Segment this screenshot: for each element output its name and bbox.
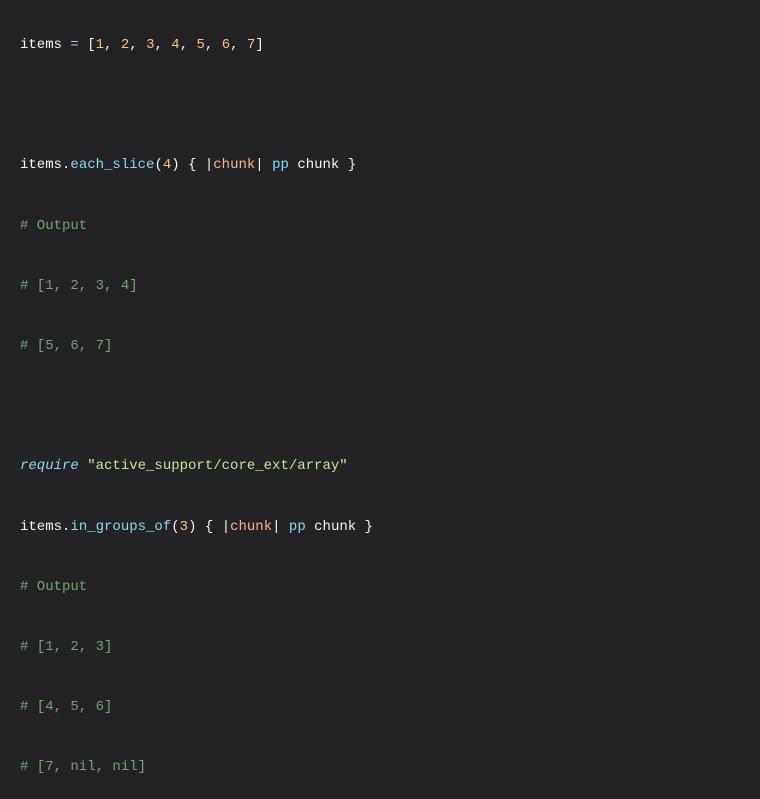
pipe: |: [272, 519, 289, 535]
paren: ): [188, 519, 196, 535]
number-literal: 3: [180, 519, 188, 535]
method-call: in_groups_of: [70, 519, 171, 535]
string-literal: "active_support/core_ext/array": [87, 458, 347, 474]
paren: (: [154, 157, 162, 173]
function-call: pp: [272, 157, 289, 173]
comment: # Output: [20, 579, 87, 595]
number-literal: 1: [96, 37, 104, 53]
comment-line: # [7, nil, nil]: [20, 757, 740, 778]
pipe: |: [255, 157, 272, 173]
brace: }: [339, 157, 356, 173]
paren: ): [171, 157, 179, 173]
space: [180, 157, 188, 173]
comment: # [1, 2, 3]: [20, 639, 112, 655]
comment-line: # [5, 6, 7]: [20, 336, 740, 357]
comment: # [4, 5, 6]: [20, 699, 112, 715]
brace: {: [188, 157, 205, 173]
comment: # [7, nil, nil]: [20, 759, 146, 775]
code-line: items = [1, 2, 3, 4, 5, 6, 7]: [20, 35, 740, 56]
code-block: items = [1, 2, 3, 4, 5, 6, 7] items.each…: [20, 14, 740, 799]
blank-line: [20, 396, 740, 417]
identifier: items: [20, 157, 62, 173]
bracket: ]: [255, 37, 263, 53]
number-literal: 2: [121, 37, 129, 53]
paren: (: [171, 519, 179, 535]
comment-line: # [4, 5, 6]: [20, 697, 740, 718]
space: [306, 519, 314, 535]
space: [79, 458, 87, 474]
dot: .: [62, 519, 70, 535]
identifier: items: [20, 37, 62, 53]
bracket: [: [87, 37, 95, 53]
comment: # [5, 6, 7]: [20, 338, 112, 354]
number-literal: 6: [222, 37, 230, 53]
comma: ,: [154, 37, 171, 53]
brace: {: [205, 519, 222, 535]
comma: ,: [129, 37, 146, 53]
comment: # Output: [20, 218, 87, 234]
comment-line: # Output: [20, 216, 740, 237]
method-call: each_slice: [70, 157, 154, 173]
number-literal: 4: [163, 157, 171, 173]
blank-line: [20, 95, 740, 116]
brace: }: [356, 519, 373, 535]
number-literal: 5: [197, 37, 205, 53]
function-call: pp: [289, 519, 306, 535]
block-param: chunk: [230, 519, 272, 535]
pipe: |: [222, 519, 230, 535]
comment-line: # [1, 2, 3, 4]: [20, 276, 740, 297]
number-literal: 4: [171, 37, 179, 53]
code-line: items.in_groups_of(3) { |chunk| pp chunk…: [20, 517, 740, 538]
identifier: items: [20, 519, 62, 535]
comma: ,: [230, 37, 247, 53]
code-line: require "active_support/core_ext/array": [20, 456, 740, 477]
block-param: chunk: [213, 157, 255, 173]
space: [196, 519, 204, 535]
code-line: items.each_slice(4) { |chunk| pp chunk }: [20, 155, 740, 176]
identifier: chunk: [297, 157, 339, 173]
comment: # [1, 2, 3, 4]: [20, 278, 138, 294]
comment-line: # Output: [20, 577, 740, 598]
keyword: require: [20, 458, 79, 474]
comma: ,: [180, 37, 197, 53]
identifier: chunk: [314, 519, 356, 535]
comma: ,: [104, 37, 121, 53]
comma: ,: [205, 37, 222, 53]
operator: =: [70, 37, 78, 53]
comment-line: # [1, 2, 3]: [20, 637, 740, 658]
